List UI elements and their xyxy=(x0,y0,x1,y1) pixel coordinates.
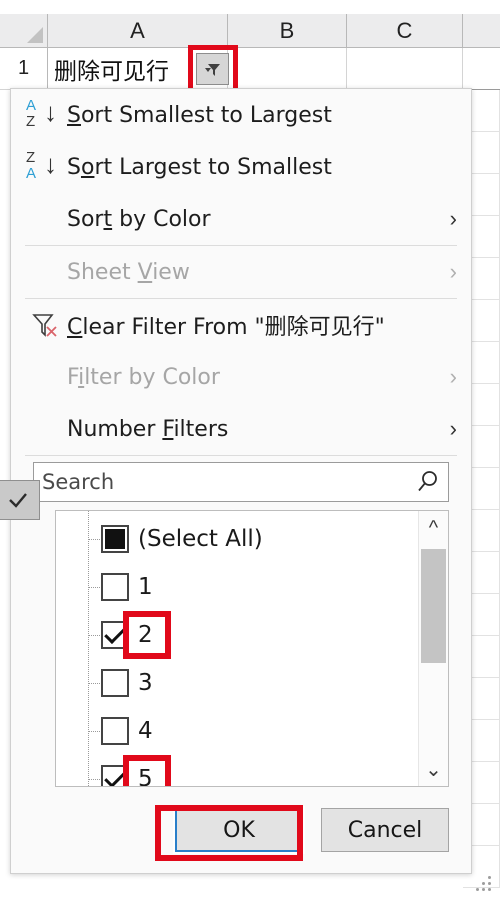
filter-list-item[interactable]: (Select All) xyxy=(56,515,418,563)
scrollbar-thumb[interactable] xyxy=(421,549,446,663)
sort-descending-za-icon: Z A ↓ xyxy=(26,149,57,182)
no-icon-spacer xyxy=(23,255,67,289)
filter-item-checkbox[interactable] xyxy=(101,717,129,745)
dialog-footer: OK Cancel xyxy=(11,787,471,873)
filter-item-label: (Select All) xyxy=(138,526,263,552)
search-area xyxy=(11,456,471,510)
column-header-d[interactable] xyxy=(463,14,500,48)
chevron-down-icon[interactable]: ⌄ xyxy=(425,752,442,786)
magnifier-icon xyxy=(408,469,448,495)
list-scrollbar[interactable]: ^ ⌄ xyxy=(418,511,448,786)
menu-item-clear-filter[interactable]: Clear Filter From "删除可见行" xyxy=(11,299,471,351)
filter-item-label: 3 xyxy=(138,670,153,696)
menu-item-number-filters[interactable]: Number Filters › xyxy=(11,403,471,455)
menu-item-sort-smallest-to-largest[interactable]: A Z ↓ Sort Smallest to Largest xyxy=(11,89,471,141)
chevron-right-icon: › xyxy=(449,416,457,441)
tree-connector xyxy=(89,539,100,540)
filter-funnel-dropdown-icon xyxy=(204,64,220,76)
filter-item-checkbox[interactable] xyxy=(101,525,129,553)
menu-item-sort-by-color[interactable]: Sort by Color › xyxy=(11,193,471,245)
filter-item-checkbox[interactable] xyxy=(101,621,129,649)
chevron-right-icon: › xyxy=(449,364,457,389)
menu-item-label: Sort Largest to Smallest xyxy=(67,154,332,180)
corner-triangle-icon xyxy=(27,27,43,43)
search-box[interactable] xyxy=(33,462,449,502)
menu-item-label: Filter by Color xyxy=(67,364,220,390)
tree-connector xyxy=(89,635,100,636)
menu-item-filter-by-color[interactable]: Filter by Color › xyxy=(11,351,471,403)
filter-item-label: 4 xyxy=(138,718,153,744)
filter-value-items: (Select All)123456789 xyxy=(56,511,418,786)
cancel-button[interactable]: Cancel xyxy=(321,808,449,852)
menu-item-sort-largest-to-smallest[interactable]: Z A ↓ Sort Largest to Smallest xyxy=(11,141,471,193)
search-input[interactable] xyxy=(34,470,408,494)
cell-c1[interactable] xyxy=(347,48,463,90)
menu-item-sheet-view[interactable]: Sheet View › xyxy=(11,246,471,298)
menu-item-label: Sort by Color xyxy=(67,206,211,232)
resize-grip[interactable] xyxy=(476,876,492,892)
chevron-right-icon: › xyxy=(449,259,457,284)
tree-connector xyxy=(89,587,100,588)
menu-item-label: Number Filters xyxy=(67,416,229,442)
filter-value-list-area: (Select All)123456789 ^ ⌄ xyxy=(11,510,471,787)
filter-value-listbox[interactable]: (Select All)123456789 ^ ⌄ xyxy=(55,510,449,787)
sort-ascending-az-icon: A Z ↓ xyxy=(26,97,57,130)
filter-item-label: 1 xyxy=(138,574,153,600)
no-icon-spacer xyxy=(23,412,67,446)
column-header-b[interactable]: B xyxy=(228,14,347,48)
filter-list-item[interactable]: 5 xyxy=(56,755,418,786)
filter-item-label: 5 xyxy=(138,766,153,786)
tree-connector xyxy=(89,683,100,684)
tree-connector xyxy=(89,779,100,780)
filter-list-item[interactable]: 4 xyxy=(56,707,418,755)
chevron-up-icon[interactable]: ^ xyxy=(429,511,438,545)
menu-item-label: Sort Smallest to Largest xyxy=(67,102,332,128)
select-all-checkmark-button[interactable] xyxy=(0,480,40,520)
column-header-a[interactable]: A xyxy=(48,14,228,48)
column-header-c[interactable]: C xyxy=(347,14,463,48)
tree-connector xyxy=(89,731,100,732)
cell-a1-text: 删除可见行 xyxy=(54,58,169,85)
clear-filter-icon xyxy=(23,308,67,342)
row-header-1[interactable]: 1 xyxy=(0,48,48,90)
filter-item-checkbox[interactable] xyxy=(101,669,129,697)
no-icon-spacer xyxy=(23,202,67,236)
ok-button[interactable]: OK xyxy=(173,806,305,854)
cell-b1[interactable] xyxy=(228,48,347,90)
autofilter-dropdown-button[interactable] xyxy=(196,53,229,85)
menu-item-label: Sheet View xyxy=(67,259,190,285)
filter-list-item[interactable]: 1 xyxy=(56,563,418,611)
scrollbar-track[interactable] xyxy=(419,545,448,752)
filter-list-item[interactable]: 3 xyxy=(56,659,418,707)
no-icon-spacer xyxy=(23,360,67,394)
autofilter-dropdown-panel: A Z ↓ Sort Smallest to Largest Z A ↓ Sor… xyxy=(10,88,472,874)
checkmark-icon xyxy=(9,493,27,508)
filter-list-item[interactable]: 2 xyxy=(56,611,418,659)
clear-filter-field-name: 删除可见行 xyxy=(264,315,375,340)
filter-item-checkbox[interactable] xyxy=(101,765,129,786)
select-all-corner[interactable] xyxy=(0,14,48,48)
filter-item-label: 2 xyxy=(138,622,153,648)
chevron-right-icon: › xyxy=(449,206,457,231)
excel-autofilter-screen: A B C 1 删除可见行 A Z ↓ Sort Smallest to Lar… xyxy=(0,0,500,898)
menu-item-label: Clear Filter From "删除可见行" xyxy=(67,315,385,340)
cell-d1[interactable] xyxy=(463,48,500,90)
filter-item-checkbox[interactable] xyxy=(101,573,129,601)
